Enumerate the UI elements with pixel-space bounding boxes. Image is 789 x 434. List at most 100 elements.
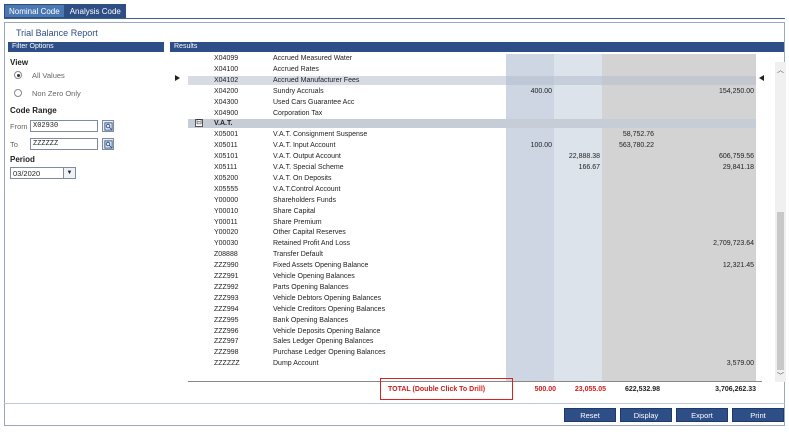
- table-row[interactable]: Y00000 Shareholders Funds: [188, 196, 756, 205]
- account-code: Z08888: [214, 251, 238, 259]
- chevron-down-icon[interactable]: ▼: [63, 168, 75, 178]
- table-row[interactable]: X04900 Corporation Tax: [188, 109, 756, 118]
- account-name: Share Capital: [273, 207, 316, 215]
- group-row[interactable]: ⊟ V.A.T.: [188, 119, 756, 129]
- account-code: Y00011: [214, 218, 238, 226]
- account-code: ZZZ993: [214, 294, 239, 302]
- radio-non-zero[interactable]: [14, 89, 22, 97]
- table-row[interactable]: ZZZ996 Vehicle Deposits Opening Balance: [188, 327, 756, 336]
- tab-nominal-code[interactable]: Nominal Code: [4, 4, 65, 18]
- table-row[interactable]: X05011 V.A.T. Input Account 100.00 563,780.…: [188, 141, 756, 150]
- account-code: X04102: [214, 76, 239, 84]
- table-row[interactable]: X04102 Accrued Manufacturer Fees: [188, 75, 756, 85]
- period-value: 03/2020: [13, 168, 41, 178]
- to-code-input[interactable]: ZZZZZZ: [30, 138, 98, 150]
- value-col-4: 12,321.45: [722, 262, 754, 270]
- table-row[interactable]: ZZZ994 Vehicle Creditors Opening Balances: [188, 305, 756, 314]
- account-code: Y00010: [214, 207, 239, 215]
- table-row[interactable]: X05555 V.A.T.Control Account: [188, 185, 756, 194]
- table-row[interactable]: ZZZ993 Vehicle Debtors Opening Balances: [188, 294, 756, 303]
- table-row[interactable]: ZZZ997 Sales Ledger Opening Balances: [188, 337, 756, 346]
- value-col-3: 58,752.76: [622, 131, 654, 139]
- value-col-3: 563,780.22: [618, 142, 654, 150]
- view-label: View: [10, 58, 29, 67]
- results-grid[interactable]: X04099 Accrued Measured Water X04100 Accrue…: [188, 54, 762, 382]
- total-label[interactable]: TOTAL (Double Click To Drill): [388, 386, 485, 393]
- from-label: From: [10, 121, 28, 131]
- table-row[interactable]: ZZZZZZ Dump Account 3,579.00: [188, 359, 756, 368]
- table-row[interactable]: Y00010 Share Capital: [188, 207, 756, 216]
- account-code: X05555: [214, 185, 239, 193]
- table-row[interactable]: X04100 Accrued Rates: [188, 65, 756, 74]
- table-row[interactable]: X05111 V.A.T. Special Scheme 166.67 29,841.…: [188, 163, 756, 172]
- account-name: Parts Opening Balances: [273, 283, 349, 291]
- table-row[interactable]: ZZZ992 Parts Opening Balances: [188, 283, 756, 292]
- account-name: Fixed Assets Opening Balance: [273, 262, 369, 270]
- account-name: Shareholders Funds: [273, 196, 337, 204]
- collapse-icon[interactable]: ⊟: [195, 119, 203, 128]
- from-lookup-icon[interactable]: [102, 120, 114, 132]
- value-col-4: 29,841.18: [722, 164, 754, 171]
- results-scrollbar[interactable]: ︿ ﹀: [775, 62, 786, 382]
- account-code: V.A.T.: [214, 120, 233, 128]
- total-col-3: 622,532.98: [624, 386, 660, 393]
- radio-all-values[interactable]: [14, 71, 22, 79]
- code-range-label: Code Range: [10, 106, 57, 115]
- table-row[interactable]: ZZZ991 Vehicle Opening Balances: [188, 272, 756, 281]
- reset-button[interactable]: Reset: [564, 408, 616, 422]
- table-row[interactable]: X04099 Accrued Measured Water: [188, 54, 756, 63]
- value-col-4: 3,579.00: [726, 360, 754, 368]
- value-col-4: 606,759.56: [718, 153, 754, 161]
- account-code: X04900: [214, 109, 239, 117]
- from-code-input[interactable]: X02930: [30, 120, 98, 132]
- table-row[interactable]: Y00030 Retained Profit And Loss 2,709,723.…: [188, 239, 756, 248]
- results-panel-header: Results: [170, 42, 784, 52]
- account-code: Y00000: [214, 196, 239, 204]
- display-button[interactable]: Display: [620, 408, 672, 422]
- value-col-1: 400.00: [530, 87, 552, 95]
- account-name: Bank Opening Balances: [273, 316, 349, 324]
- account-name: Sales Ledger Opening Balances: [273, 338, 374, 346]
- account-name: V.A.T. On Deposits: [273, 174, 332, 182]
- account-code: X04300: [214, 98, 239, 106]
- scrollbar-thumb[interactable]: [777, 212, 784, 370]
- view-option-all-values[interactable]: All Values: [14, 70, 65, 80]
- export-button[interactable]: Export: [676, 408, 728, 422]
- radio-label-all-values: All Values: [32, 70, 65, 80]
- table-row[interactable]: Y00020 Other Capital Reserves: [188, 228, 756, 237]
- value-col-4: 2,709,723.64: [713, 240, 754, 248]
- table-row[interactable]: ZZZ995 Bank Opening Balances: [188, 316, 756, 325]
- table-row[interactable]: ZZZ998 Purchase Ledger Opening Balances: [188, 348, 756, 357]
- account-code: Y00020: [214, 229, 239, 237]
- view-option-non-zero[interactable]: Non Zero Only: [14, 88, 81, 98]
- table-row[interactable]: Y00011 Share Premium: [188, 218, 756, 227]
- table-row[interactable]: X05101 V.A.T. Output Account 22,888.38 606,…: [188, 152, 756, 161]
- account-name: Accrued Measured Water: [273, 55, 353, 62]
- table-row[interactable]: X05001 V.A.T. Consignment Suspense 58,752.…: [188, 130, 756, 139]
- to-label: To: [10, 139, 18, 149]
- table-row[interactable]: Z08888 Transfer Default: [188, 250, 756, 259]
- table-row[interactable]: X04200 Sundry Accruals 400.00 154,250.00: [188, 87, 756, 96]
- value-col-1: 100.00: [530, 142, 552, 150]
- account-code: X04100: [214, 65, 239, 73]
- print-button[interactable]: Print: [732, 408, 784, 422]
- account-name: V.A.T. Output Account: [273, 153, 341, 161]
- account-name: Dump Account: [273, 360, 319, 368]
- account-code: ZZZ998: [214, 349, 239, 357]
- to-row: To ZZZZZZ: [10, 138, 114, 150]
- account-code: X05200: [214, 174, 239, 182]
- account-name: Accrued Manufacturer Fees: [273, 76, 360, 84]
- period-select[interactable]: 03/2020 ▼: [10, 167, 76, 179]
- tab-analysis-code[interactable]: Analysis Code: [64, 4, 126, 18]
- table-row[interactable]: X05200 V.A.T. On Deposits: [188, 174, 756, 183]
- table-row[interactable]: ZZZ990 Fixed Assets Opening Balance 12,321…: [188, 261, 756, 270]
- account-name: Vehicle Deposits Opening Balance: [273, 327, 381, 335]
- account-name: V.A.T. Input Account: [273, 142, 336, 150]
- total-col-2: 23,055.05: [574, 386, 606, 393]
- account-name: V.A.T. Special Scheme: [273, 164, 344, 171]
- to-lookup-icon[interactable]: [102, 138, 114, 150]
- scroll-down-icon[interactable]: ﹀: [775, 372, 786, 382]
- table-row[interactable]: X04300 Used Cars Guarantee Acc: [188, 98, 756, 107]
- scroll-up-icon[interactable]: ︿: [775, 66, 786, 76]
- account-code: ZZZ990: [214, 262, 239, 270]
